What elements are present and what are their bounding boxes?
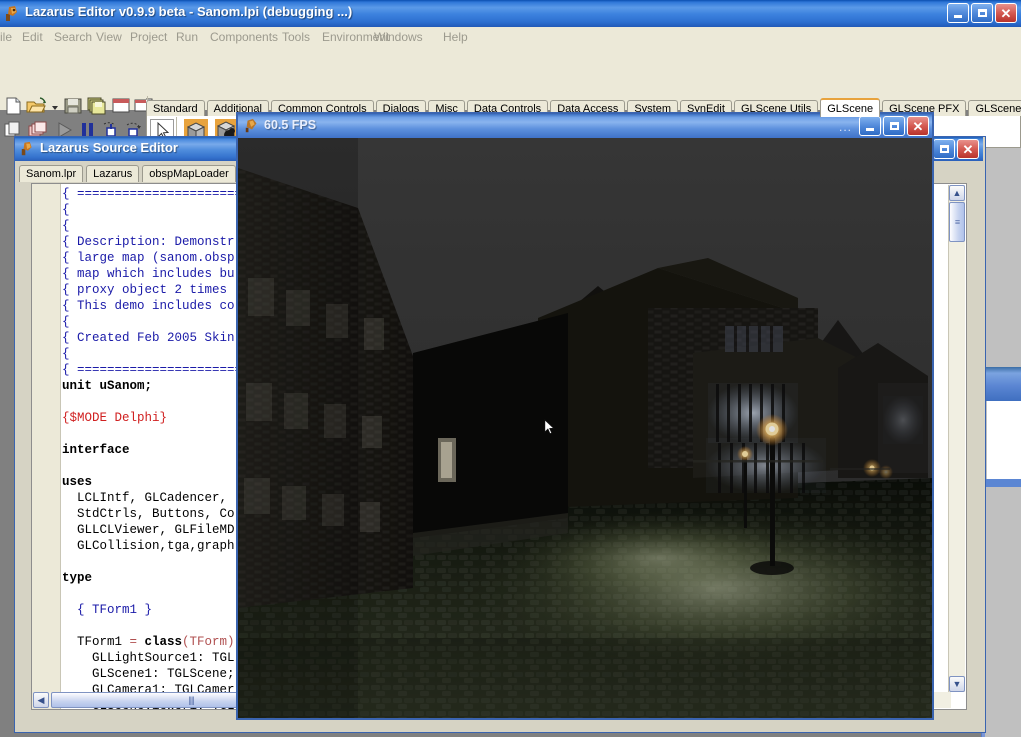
save-icon[interactable] [63,97,83,118]
scroll-up-button[interactable]: ▲ [949,185,965,201]
ide-maximize-button[interactable] [971,3,993,23]
vertical-scroll-thumb[interactable]: ≡ [949,202,965,242]
ide-close-button[interactable]: ✕ [995,3,1017,23]
menu-item-search[interactable]: Search [54,30,92,44]
source-tab-lazarus[interactable]: Lazarus [86,165,140,182]
gl-maximize-button[interactable] [883,116,905,136]
scroll-down-button[interactable]: ▼ [949,676,965,692]
palette-tab-glscene-shaders[interactable]: GLScene Shaders [968,100,1021,117]
source-editor-window-buttons: ✕ [933,139,979,159]
menu-item-windows[interactable]: Windows [374,30,423,44]
glscene-render-window: 60.5 FPS ... ✕ [236,112,934,720]
background-window-titlebar [985,367,1021,401]
source-editor-title-text: Lazarus Source Editor [40,140,178,155]
ide-minimize-button[interactable] [947,3,969,23]
ide-title-text: Lazarus Editor v0.9.9 beta - Sanom.lpi (… [25,4,353,19]
menu-item-ile[interactable]: ile [0,30,12,44]
open-icon[interactable] [26,97,48,118]
gl-window-menu-dots[interactable]: ... [839,120,852,134]
lazarus-icon [20,141,36,157]
menu-item-run[interactable]: Run [176,30,198,44]
gl-window-title-text: 60.5 FPS [264,118,317,132]
background-window-inner-panel [987,401,1021,479]
gl-close-button[interactable]: ✕ [907,116,929,136]
ide-titlebar[interactable]: Lazarus Editor v0.9.9 beta - Sanom.lpi (… [0,0,1021,28]
save-all-icon[interactable] [87,97,107,118]
menu-item-view[interactable]: View [96,30,122,44]
gl-window-titlebar[interactable]: 60.5 FPS ... ✕ [238,114,932,138]
menu-item-edit[interactable]: Edit [22,30,43,44]
menu-item-components[interactable]: Components [210,30,278,44]
mouse-pointer [544,418,555,435]
menu-item-project[interactable]: Project [130,30,167,44]
ide-window-buttons: ✕ [947,3,1017,23]
source-tab-sanom.lpr[interactable]: Sanom.lpr [19,165,84,182]
editor-vertical-scrollbar[interactable]: ▲ ≡ ▼ [948,185,965,692]
app-icon [244,118,260,134]
editor-gutter [32,184,61,709]
menu-item-tools[interactable]: Tools [282,30,310,44]
gl-window-buttons: ✕ [859,116,929,136]
source-editor-close-button[interactable]: ✕ [957,139,979,159]
screen: Lazarus Editor v0.9.9 beta - Sanom.lpi (… [0,0,1021,737]
ide-menubar: ile Edit Search View Project Run Components Too… [0,27,1021,48]
source-editor-restore-button[interactable] [933,139,955,159]
gl-minimize-button[interactable] [859,116,881,136]
palette-tab-standard[interactable]: Standard [146,100,205,117]
lazarus-icon [4,5,22,23]
new-form-icon[interactable] [111,97,131,118]
new-icon[interactable] [4,97,24,118]
scroll-left-button[interactable]: ◀ [33,692,49,708]
source-tab-obspmaploader[interactable]: obspMapLoader [142,165,236,182]
background-window-statusbar [985,479,1021,487]
ide-toolbar: Standard Additional Common Controls Dialogs… [0,47,1021,148]
menu-item-help[interactable]: Help [443,30,468,44]
open-dropdown-icon[interactable] [50,103,60,115]
gl-scene-canvas[interactable] [238,138,932,718]
palette-tab-glscene[interactable]: GLScene [820,98,881,117]
lazarus-ide-window: Lazarus Editor v0.9.9 beta - Sanom.lpi (… [0,0,1021,148]
